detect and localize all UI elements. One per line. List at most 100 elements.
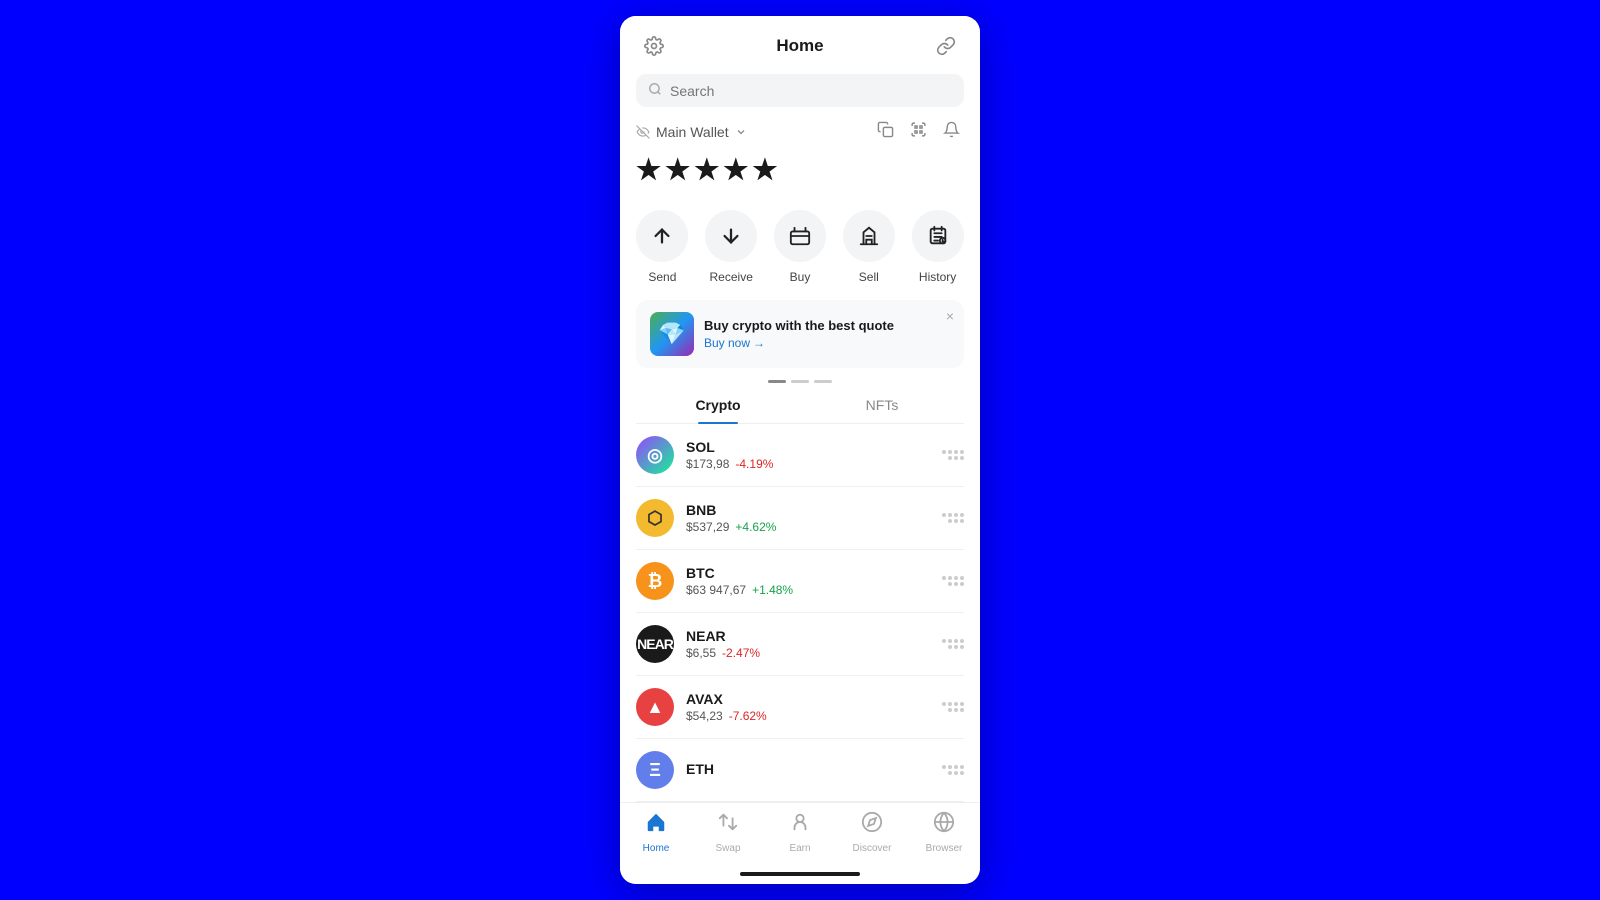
header: Home [620,16,980,68]
buy-action[interactable]: Buy [766,210,835,284]
list-item[interactable]: ₿ BTC $63 947,67 +1.48% [636,550,964,613]
browser-icon [933,811,955,839]
avax-info: AVAX $54,23 -7.62% [686,691,942,723]
btc-price: $63 947,67 +1.48% [686,583,942,597]
bnb-price: $537,29 +4.62% [686,520,942,534]
promo-image: 💎 [650,312,694,356]
search-bar [636,74,964,107]
btc-logo: ₿ [636,562,674,600]
balance-masked: ★★★★★ [636,154,782,185]
sol-info: SOL $173,98 -4.19% [686,439,942,471]
earn-icon [789,811,811,839]
promo-banner: 💎 Buy crypto with the best quote Buy now… [636,300,964,368]
receive-action[interactable]: Receive [697,210,766,284]
send-action[interactable]: Send [628,210,697,284]
notification-button[interactable] [939,117,964,147]
buy-icon-circle [774,210,826,262]
tab-nfts[interactable]: NFTs [800,387,964,423]
home-nav-label: Home [643,843,670,854]
discover-nav-label: Discover [853,843,892,854]
avax-menu[interactable] [942,702,964,712]
nav-discover[interactable]: Discover [836,811,908,854]
browser-nav-label: Browser [926,843,963,854]
promo-dot-2 [791,380,809,383]
send-label: Send [648,270,676,284]
bottom-nav: Home Swap Earn Discover [620,802,980,866]
promo-close-button[interactable]: × [946,308,954,324]
promo-dots [620,380,980,383]
swap-icon [717,811,739,839]
earn-nav-label: Earn [789,843,810,854]
nav-earn[interactable]: Earn [764,811,836,854]
list-item[interactable]: ◎ SOL $173,98 -4.19% [636,424,964,487]
promo-text: Buy crypto with the best quote Buy now → [704,318,950,350]
bnb-change: +4.62% [735,520,776,534]
tab-crypto[interactable]: Crypto [636,387,800,423]
btc-change: +1.48% [752,583,793,597]
wallet-selector[interactable]: Main Wallet [636,124,747,140]
home-icon [645,811,667,839]
eth-info: ETH [686,761,942,779]
sell-icon-circle [843,210,895,262]
history-label: History [919,270,956,284]
scan-button[interactable] [906,117,931,147]
avax-name: AVAX [686,691,942,707]
near-name: NEAR [686,628,942,644]
crypto-list: ◎ SOL $173,98 -4.19% ⬡ BNB $537,29 +4.62… [620,424,980,802]
discover-icon [861,811,883,839]
nav-swap[interactable]: Swap [692,811,764,854]
nav-home[interactable]: Home [620,811,692,854]
bnb-name: BNB [686,502,942,518]
receive-label: Receive [710,270,753,284]
search-icon [648,82,662,99]
bottom-bar [620,866,980,884]
nav-browser[interactable]: Browser [908,811,980,854]
history-icon-circle [912,210,964,262]
sol-menu[interactable] [942,450,964,460]
promo-link[interactable]: Buy now → [704,336,950,350]
sell-action[interactable]: Sell [834,210,903,284]
eth-menu[interactable] [942,765,964,775]
list-item[interactable]: Ξ ETH [636,739,964,802]
settings-button[interactable] [640,32,668,60]
promo-title: Buy crypto with the best quote [704,318,950,333]
near-info: NEAR $6,55 -2.47% [686,628,942,660]
list-item[interactable]: NEAR NEAR $6,55 -2.47% [636,613,964,676]
phone-container: Home Main Wallet [620,16,980,884]
balance-display: ★★★★★ [620,151,980,202]
near-price: $6,55 -2.47% [686,646,942,660]
bnb-menu[interactable] [942,513,964,523]
btc-menu[interactable] [942,576,964,586]
buy-label: Buy [790,270,811,284]
home-indicator [740,872,860,876]
near-menu[interactable] [942,639,964,649]
page-title: Home [776,36,823,56]
promo-dot-1 [768,380,786,383]
receive-icon-circle [705,210,757,262]
list-item[interactable]: ▲ AVAX $54,23 -7.62% [636,676,964,739]
avax-change: -7.62% [729,709,767,723]
btc-name: BTC [686,565,942,581]
wallet-row: Main Wallet [620,117,980,151]
wallet-name-label: Main Wallet [656,124,729,140]
sell-label: Sell [859,270,879,284]
asset-tabs: Crypto NFTs [636,387,964,424]
near-change: -2.47% [722,646,760,660]
eth-logo: Ξ [636,751,674,789]
history-action[interactable]: History [903,210,972,284]
bnb-logo: ⬡ [636,499,674,537]
sol-logo: ◎ [636,436,674,474]
avax-logo: ▲ [636,688,674,726]
link-button[interactable] [932,32,960,60]
btc-info: BTC $63 947,67 +1.48% [686,565,942,597]
list-item[interactable]: ⬡ BNB $537,29 +4.62% [636,487,964,550]
bnb-info: BNB $537,29 +4.62% [686,502,942,534]
sol-name: SOL [686,439,942,455]
search-input[interactable] [670,83,952,99]
avax-price: $54,23 -7.62% [686,709,942,723]
swap-nav-label: Swap [715,843,740,854]
send-icon-circle [636,210,688,262]
copy-button[interactable] [873,117,898,147]
action-row: Send Receive Buy Sell History [620,202,980,300]
wallet-action-icons [873,117,964,147]
